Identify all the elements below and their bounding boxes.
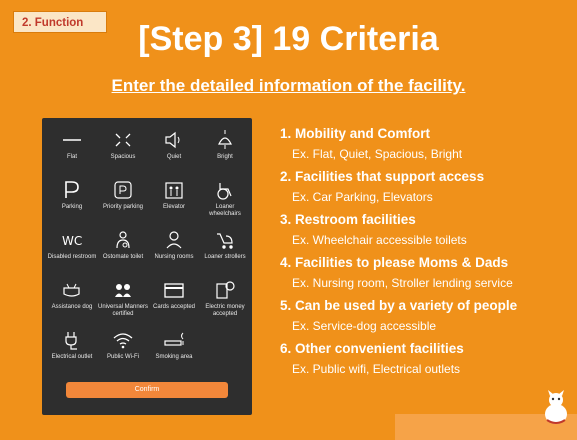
criteria-option-label: Elevator <box>162 204 185 210</box>
criteria-option-label: Priority parking <box>102 204 143 210</box>
criteria-heading: 2. Facilities that support access <box>280 169 485 184</box>
elevator-icon <box>165 182 183 199</box>
quiet-speaker-icon <box>165 131 180 149</box>
criteria-example: Ex. Car Parking, Elevators <box>292 190 433 204</box>
criteria-option-label: Loaner wheelchairs <box>209 204 241 217</box>
criteria-heading: 1. Mobility and Comfort <box>280 126 430 141</box>
criteria-option[interactable]: Parking <box>46 178 98 228</box>
criteria-example: Ex. Wheelchair accessible toilets <box>292 233 467 247</box>
criteria-item: 1. Mobility and Comfort Ex. Flat, Quiet,… <box>280 125 570 162</box>
criteria-option-label: Smoking area <box>155 354 193 360</box>
priority-parking-icon <box>114 181 132 199</box>
criteria-option-label: Flat <box>66 154 77 160</box>
credit-card-icon <box>164 283 184 298</box>
criteria-option[interactable]: Quiet <box>148 128 200 178</box>
criteria-example: Ex. Service-dog accessible <box>292 319 437 333</box>
criteria-option-label: Parking <box>61 204 83 210</box>
universal-manners-icon <box>115 284 131 297</box>
outlet-plug-icon <box>65 332 77 350</box>
criteria-heading: 4. Facilities to please Moms & Dads <box>280 255 509 270</box>
criteria-option-label: Cards accepted <box>152 304 196 310</box>
criteria-list: 1. Mobility and Comfort Ex. Flat, Quiet,… <box>280 125 570 383</box>
criteria-example: Ex. Nursing room, Stroller lending servi… <box>292 276 513 290</box>
criteria-option-label: Loaner strollers <box>204 254 246 260</box>
criteria-option[interactable]: Spacious <box>97 128 149 178</box>
criteria-option[interactable]: Flat <box>46 128 98 178</box>
svg-text:WC: WC <box>62 234 82 248</box>
slide: 2. Function [Step 3] 19 Criteria Enter t… <box>0 0 577 440</box>
criteria-item: 2. Facilities that support access Ex. Ca… <box>280 168 570 205</box>
criteria-option-label: Universal Manners certified <box>97 304 149 317</box>
criteria-option[interactable]: Loaner wheelchairs <box>199 178 251 228</box>
criteria-heading: 3. Restroom facilities <box>280 212 416 227</box>
criteria-option[interactable]: Electric money accepted <box>199 278 251 328</box>
criteria-option[interactable]: Ostomate toilet <box>97 228 149 278</box>
criteria-option-label: Electric money accepted <box>205 304 245 317</box>
page-title: [Step 3] 19 Criteria <box>138 20 439 58</box>
criteria-item: 3. Restroom facilities Ex. Wheelchair ac… <box>280 211 570 248</box>
criteria-option[interactable]: Loaner strollers <box>199 228 251 278</box>
spacious-arrows-icon <box>115 133 131 147</box>
criteria-option-label: Spacious <box>110 154 136 160</box>
confirm-button[interactable]: Confirm <box>66 382 228 398</box>
criteria-item: 6. Other convenient facilities Ex. Publi… <box>280 340 570 377</box>
criteria-item: 5. Can be used by a variety of people Ex… <box>280 297 570 334</box>
smoking-area-icon <box>164 332 184 346</box>
criteria-example: Ex. Public wifi, Electrical outlets <box>292 362 461 376</box>
nursing-room-icon <box>166 231 182 249</box>
criteria-option[interactable]: Universal Manners certified <box>97 278 149 328</box>
electric-money-icon <box>216 281 235 299</box>
criteria-option-label: Assistance dog <box>51 304 93 310</box>
criteria-option-label: Bright <box>217 154 233 160</box>
criteria-option[interactable]: Elevator <box>148 178 200 228</box>
criteria-option[interactable]: Electrical outlet <box>46 328 98 378</box>
criteria-option-label: Quiet <box>166 154 182 160</box>
wheelchair-icon <box>217 183 232 200</box>
criteria-heading: 5. Can be used by a variety of people <box>280 298 518 313</box>
criteria-option[interactable]: Smoking area <box>148 328 200 378</box>
criteria-example: Ex. Flat, Quiet, Spacious, Bright <box>292 147 463 161</box>
criteria-option[interactable]: Public Wi-Fi <box>97 328 149 378</box>
bright-lamp-icon <box>218 130 232 149</box>
stroller-icon <box>217 233 233 249</box>
flat-line-icon <box>63 139 81 141</box>
criteria-option[interactable]: Assistance dog <box>46 278 98 328</box>
criteria-option[interactable]: Priority parking <box>97 178 149 228</box>
criteria-option-label: Disabled restroom <box>47 254 97 260</box>
parking-icon <box>65 181 79 198</box>
page-subtitle: Enter the detailed information of the fa… <box>111 76 466 95</box>
criteria-option[interactable]: Bright <box>199 128 251 178</box>
criteria-item: 4. Facilities to please Moms & Dads Ex. … <box>280 254 570 291</box>
mascot-icon <box>545 390 567 424</box>
criteria-heading: 6. Other convenient facilities <box>280 341 464 356</box>
wifi-icon <box>113 333 133 349</box>
criteria-option-label: Nursing rooms <box>154 254 194 260</box>
criteria-option-label: Ostomate toilet <box>102 254 144 260</box>
criteria-option[interactable]: WC Disabled restroom <box>46 228 98 278</box>
criteria-option-label: Electrical outlet <box>51 354 93 360</box>
disabled-restroom-icon: WC <box>62 234 82 248</box>
app-screenshot: Flat Spacious Quiet Bright Parking Priority p… <box>42 118 252 415</box>
criteria-option[interactable]: Nursing rooms <box>148 228 200 278</box>
criteria-option[interactable]: Cards accepted <box>148 278 200 328</box>
ostomate-icon <box>116 231 130 249</box>
assistance-dog-icon <box>63 283 80 297</box>
criteria-option-label: Public Wi-Fi <box>106 354 139 360</box>
